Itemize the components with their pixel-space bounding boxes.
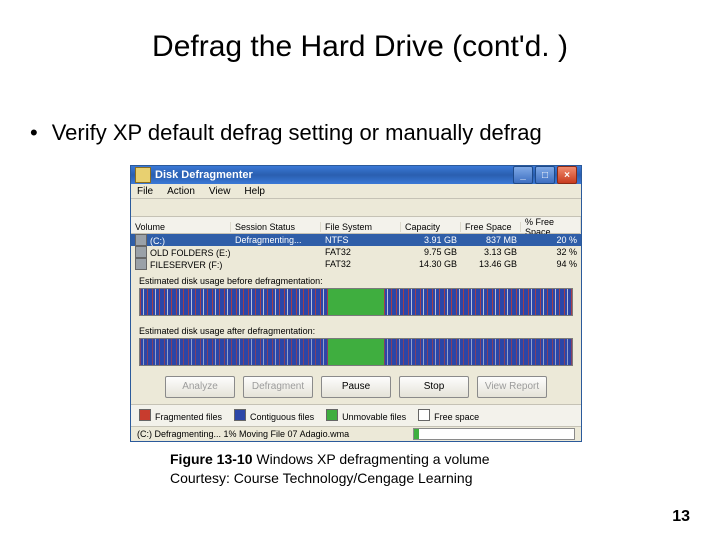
- menu-action[interactable]: Action: [167, 186, 195, 197]
- label-after: Estimated disk usage after defragmentati…: [139, 326, 573, 336]
- cell-free: 3.13 GB: [461, 247, 521, 257]
- cell-free: 837 MB: [461, 235, 521, 245]
- cell-fs: NTFS: [321, 235, 401, 245]
- cell-pct: 94 %: [521, 259, 581, 269]
- cell-vol: OLD FOLDERS (E:): [150, 248, 231, 258]
- pause-button[interactable]: Pause: [321, 376, 391, 398]
- fragmap-after: [139, 338, 573, 366]
- legend-swatch-unmov: [326, 409, 338, 421]
- toolbar-strip: [131, 199, 581, 216]
- status-text: (C:) Defragmenting... 1% Moving File 07 …: [137, 429, 349, 439]
- legend-contig: Contiguous files: [250, 412, 314, 422]
- window-title: Disk Defragmenter: [155, 169, 513, 181]
- col-capacity[interactable]: Capacity: [401, 222, 461, 232]
- label-before: Estimated disk usage before defragmentat…: [139, 276, 573, 286]
- caption-rest: Windows XP defragmenting a volume: [252, 451, 489, 467]
- minimize-button[interactable]: _: [513, 166, 533, 184]
- menu-help[interactable]: Help: [244, 186, 265, 197]
- caption-courtesy: Courtesy: Course Technology/Cengage Lear…: [170, 470, 473, 486]
- drive-icon: [135, 246, 147, 258]
- cell-vol: FILESERVER (F:): [150, 260, 222, 270]
- col-volume[interactable]: Volume: [131, 222, 231, 232]
- cell-vol: (C:): [150, 236, 165, 246]
- cell-cap: 14.30 GB: [401, 259, 461, 269]
- close-button[interactable]: ×: [557, 166, 577, 184]
- caption-figure-num: Figure 13-10: [170, 451, 252, 467]
- drive-icon: [135, 234, 147, 246]
- volume-row[interactable]: FILESERVER (F:) FAT32 14.30 GB 13.46 GB …: [131, 258, 581, 270]
- bullet-text: Verify XP default defrag setting or manu…: [30, 120, 542, 146]
- app-icon: [135, 167, 151, 183]
- col-status[interactable]: Session Status: [231, 222, 321, 232]
- cell-status: Defragmenting...: [231, 235, 321, 245]
- drive-icon: [135, 258, 147, 270]
- cell-pct: 20 %: [521, 235, 581, 245]
- menu-view[interactable]: View: [209, 186, 231, 197]
- legend-frag: Fragmented files: [155, 412, 222, 422]
- defragment-button[interactable]: Defragment: [243, 376, 313, 398]
- cell-cap: 3.91 GB: [401, 235, 461, 245]
- page-number: 13: [672, 508, 690, 526]
- button-row: Analyze Defragment Pause Stop View Repor…: [131, 370, 581, 404]
- col-fs[interactable]: File System: [321, 222, 401, 232]
- progress-bar: [413, 428, 575, 440]
- legend-swatch-frag: [139, 409, 151, 421]
- legend-swatch-contig: [234, 409, 246, 421]
- legend: Fragmented files Contiguous files Unmova…: [131, 404, 581, 426]
- window-titlebar[interactable]: Disk Defragmenter _ □ ×: [131, 166, 581, 184]
- volume-row[interactable]: (C:) Defragmenting... NTFS 3.91 GB 837 M…: [131, 234, 581, 246]
- cell-free: 13.46 GB: [461, 259, 521, 269]
- slide-title: Defrag the Hard Drive (cont'd. ): [0, 30, 720, 64]
- legend-free: Free space: [434, 412, 479, 422]
- figure-caption: Figure 13-10 Windows XP defragmenting a …: [170, 450, 490, 488]
- menu-file[interactable]: File: [137, 186, 153, 197]
- volume-row[interactable]: OLD FOLDERS (E:) FAT32 9.75 GB 3.13 GB 3…: [131, 246, 581, 258]
- defrag-window: Disk Defragmenter _ □ × File Action View…: [130, 165, 582, 442]
- stop-button[interactable]: Stop: [399, 376, 469, 398]
- fragmap-before: [139, 288, 573, 316]
- status-bar: (C:) Defragmenting... 1% Moving File 07 …: [131, 426, 581, 441]
- legend-unmov: Unmovable files: [342, 412, 406, 422]
- col-free[interactable]: Free Space: [461, 222, 521, 232]
- cell-pct: 32 %: [521, 247, 581, 257]
- cell-fs: FAT32: [321, 247, 401, 257]
- legend-swatch-free: [418, 409, 430, 421]
- menu-bar: File Action View Help: [131, 184, 581, 199]
- view-report-button[interactable]: View Report: [477, 376, 547, 398]
- maximize-button[interactable]: □: [535, 166, 555, 184]
- cell-cap: 9.75 GB: [401, 247, 461, 257]
- cell-fs: FAT32: [321, 259, 401, 269]
- analyze-button[interactable]: Analyze: [165, 376, 235, 398]
- volume-list-header: Volume Session Status File System Capaci…: [131, 217, 581, 234]
